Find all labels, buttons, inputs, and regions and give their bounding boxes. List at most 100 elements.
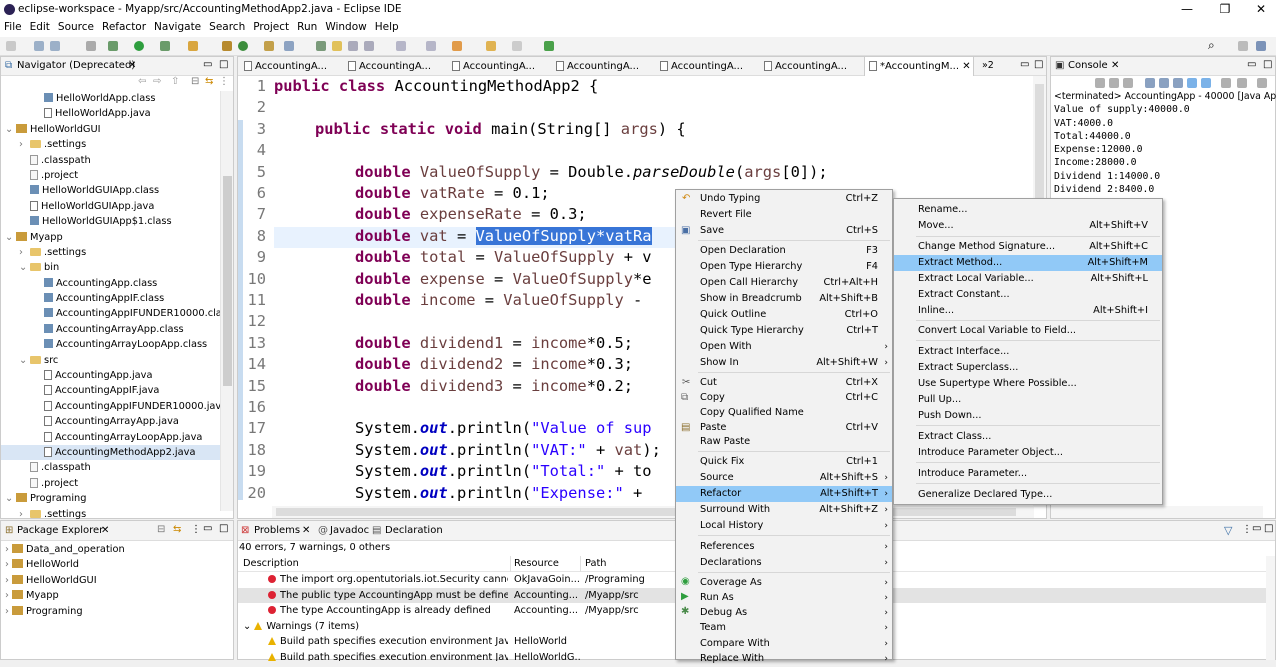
menu-item-open-type-hierarchy[interactable]: Open Type Hierarchy F4 bbox=[676, 259, 892, 275]
minimize-icon[interactable]: ▭ bbox=[1020, 59, 1029, 70]
tree-item[interactable]: AccountingArrayApp.java bbox=[1, 414, 221, 429]
javadoc-tab[interactable]: Javadoc bbox=[330, 525, 369, 536]
tree-item[interactable]: ⌄ Programing bbox=[1, 491, 221, 506]
tree-item[interactable]: › Programing bbox=[5, 604, 125, 619]
menu-item-cut[interactable]: Cut Ctrl+X bbox=[676, 375, 892, 391]
maximize-icon[interactable]: □ bbox=[1264, 523, 1273, 534]
remove-all-icon[interactable] bbox=[1123, 78, 1133, 88]
block-select-icon[interactable] bbox=[348, 41, 358, 51]
new-java-project-icon[interactable] bbox=[222, 41, 232, 51]
menu-item-replace-with[interactable]: Replace With › bbox=[676, 651, 892, 667]
collapse-all-icon[interactable]: ⊟ bbox=[157, 524, 165, 535]
last-edit-icon[interactable] bbox=[452, 41, 462, 51]
minimize-button[interactable]: — bbox=[1172, 2, 1202, 16]
menu-item-open-with[interactable]: Open With › bbox=[676, 339, 892, 355]
expand-toggle-icon[interactable]: ⌄ bbox=[5, 491, 16, 506]
forward-nav-icon[interactable]: ⇨ bbox=[153, 76, 161, 87]
menu-item-convert-local-variable-to-field[interactable]: Convert Local Variable to Field... bbox=[894, 323, 1162, 339]
tree-item[interactable]: AccountingArrayApp.class bbox=[1, 322, 221, 337]
open-console-icon[interactable] bbox=[1257, 78, 1267, 88]
menu-item-pull-up[interactable]: Pull Up... bbox=[894, 392, 1162, 408]
menu-navigate[interactable]: Navigate bbox=[150, 20, 205, 34]
editor-tab-active[interactable]: *AccountingM... ✕ bbox=[864, 57, 974, 76]
menu-run[interactable]: Run bbox=[293, 20, 321, 34]
scroll-lock-icon[interactable] bbox=[1159, 78, 1169, 88]
show-stdout-icon[interactable] bbox=[1187, 78, 1197, 88]
menu-item-use-supertype-where-possible[interactable]: Use Supertype Where Possible... bbox=[894, 376, 1162, 392]
editor-tab[interactable]: AccountingA... bbox=[656, 57, 760, 76]
terminate-icon[interactable] bbox=[1095, 78, 1105, 88]
tree-item[interactable]: › Myapp bbox=[5, 588, 125, 603]
tree-item[interactable]: HelloWorldApp.class bbox=[1, 91, 221, 106]
search-icon[interactable]: ⌕ bbox=[1208, 38, 1215, 53]
package-explorer-tab[interactable]: Package Explorer bbox=[17, 525, 103, 536]
menu-window[interactable]: Window bbox=[321, 20, 370, 34]
menu-item-open-declaration[interactable]: Open Declaration F3 bbox=[676, 243, 892, 259]
menu-item-coverage-as[interactable]: Coverage As › bbox=[676, 575, 892, 591]
tree-item[interactable]: .project bbox=[1, 168, 221, 183]
menu-item-undo-typing[interactable]: Undo Typing Ctrl+Z bbox=[676, 191, 892, 207]
editor-tab-overflow[interactable]: »2 bbox=[982, 60, 994, 71]
menu-item-extract-interface[interactable]: Extract Interface... bbox=[894, 344, 1162, 360]
menu-search[interactable]: Search bbox=[205, 20, 249, 34]
expand-toggle-icon[interactable]: ⌄ bbox=[19, 260, 30, 275]
editor-tab[interactable]: AccountingA... bbox=[760, 57, 864, 76]
tree-item[interactable]: › .settings bbox=[1, 137, 221, 152]
word-wrap-icon[interactable] bbox=[1173, 78, 1183, 88]
skip-breakpoints-icon[interactable] bbox=[86, 41, 96, 51]
expand-toggle-icon[interactable]: › bbox=[19, 137, 30, 152]
minimize-icon[interactable]: ▭ bbox=[1247, 59, 1256, 70]
menu-item-source[interactable]: Source Alt+Shift+S › bbox=[676, 470, 892, 486]
maximize-icon[interactable]: □ bbox=[219, 59, 228, 70]
menu-item-extract-superclass[interactable]: Extract Superclass... bbox=[894, 360, 1162, 376]
minimize-icon[interactable]: ▭ bbox=[203, 59, 212, 70]
tree-item[interactable]: AccountingArrayLoopApp.java bbox=[1, 430, 221, 445]
save-all-icon[interactable] bbox=[50, 41, 60, 51]
menu-item-save[interactable]: Save Ctrl+S bbox=[676, 223, 892, 239]
minimize-icon[interactable]: ▭ bbox=[1252, 523, 1261, 534]
menu-item-declarations[interactable]: Declarations › bbox=[676, 555, 892, 571]
menu-item-extract-class[interactable]: Extract Class... bbox=[894, 429, 1162, 445]
menu-item-quick-type-hierarchy[interactable]: Quick Type Hierarchy Ctrl+T bbox=[676, 323, 892, 339]
menu-item-change-method-signature[interactable]: Change Method Signature... Alt+Shift+C bbox=[894, 239, 1162, 255]
save-icon[interactable] bbox=[34, 41, 44, 51]
forward-icon[interactable] bbox=[512, 41, 522, 51]
maximize-button[interactable]: ❐ bbox=[1210, 2, 1240, 16]
tree-item[interactable]: AccountingAppIFUNDER10000.java bbox=[1, 399, 227, 414]
tree-item[interactable]: HelloWorldGUIApp.class bbox=[1, 183, 221, 198]
collapse-all-icon[interactable]: ⊟ bbox=[191, 76, 199, 87]
menu-help[interactable]: Help bbox=[371, 20, 403, 34]
tree-item[interactable]: AccountingArrayLoopApp.class bbox=[1, 337, 221, 352]
coverage-icon[interactable] bbox=[160, 41, 170, 51]
open-perspective-icon[interactable] bbox=[1238, 41, 1248, 51]
col-description[interactable]: Description bbox=[243, 556, 299, 572]
menu-item-inline[interactable]: Inline... Alt+Shift+I bbox=[894, 303, 1162, 319]
editor-tab[interactable]: AccountingA... bbox=[552, 57, 656, 76]
search-tool-icon[interactable] bbox=[284, 41, 294, 51]
menu-item-rename[interactable]: Rename... bbox=[894, 202, 1162, 218]
menu-item-revert-file[interactable]: Revert File bbox=[676, 207, 892, 223]
editor-horizontal-scrollbar[interactable] bbox=[272, 506, 1034, 518]
tree-item[interactable]: ⌄ Myapp bbox=[1, 230, 221, 245]
external-tools-icon[interactable] bbox=[188, 41, 198, 51]
prev-annotation-icon[interactable] bbox=[426, 41, 436, 51]
menu-item-local-history[interactable]: Local History › bbox=[676, 518, 892, 534]
menu-item-quick-outline[interactable]: Quick Outline Ctrl+O bbox=[676, 307, 892, 323]
console-horizontal-scrollbar[interactable] bbox=[1051, 506, 1263, 518]
clear-console-icon[interactable] bbox=[1145, 78, 1155, 88]
menu-item-open-call-hierarchy[interactable]: Open Call Hierarchy Ctrl+Alt+H bbox=[676, 275, 892, 291]
expand-toggle-icon[interactable]: ⌄ bbox=[243, 621, 254, 632]
maximize-icon[interactable]: □ bbox=[219, 523, 228, 534]
link-editor-icon[interactable]: ⇆ bbox=[205, 76, 213, 87]
problems-scrollbar[interactable] bbox=[1266, 556, 1275, 660]
java-perspective-icon[interactable] bbox=[1256, 41, 1266, 51]
navigator-tab[interactable]: Navigator (Deprecated) bbox=[17, 60, 135, 71]
tree-item[interactable]: › HelloWorldGUI bbox=[5, 573, 125, 588]
maximize-icon[interactable]: □ bbox=[1034, 59, 1043, 70]
menu-item-extract-local-variable[interactable]: Extract Local Variable... Alt+Shift+L bbox=[894, 271, 1162, 287]
expand-toggle-icon[interactable]: › bbox=[19, 245, 30, 260]
tree-item[interactable]: HelloWorldGUIApp$1.class bbox=[1, 214, 221, 229]
menu-item-debug-as[interactable]: Debug As › bbox=[676, 605, 892, 621]
console-tab[interactable]: Console bbox=[1068, 60, 1108, 71]
next-annotation-icon[interactable] bbox=[396, 41, 406, 51]
